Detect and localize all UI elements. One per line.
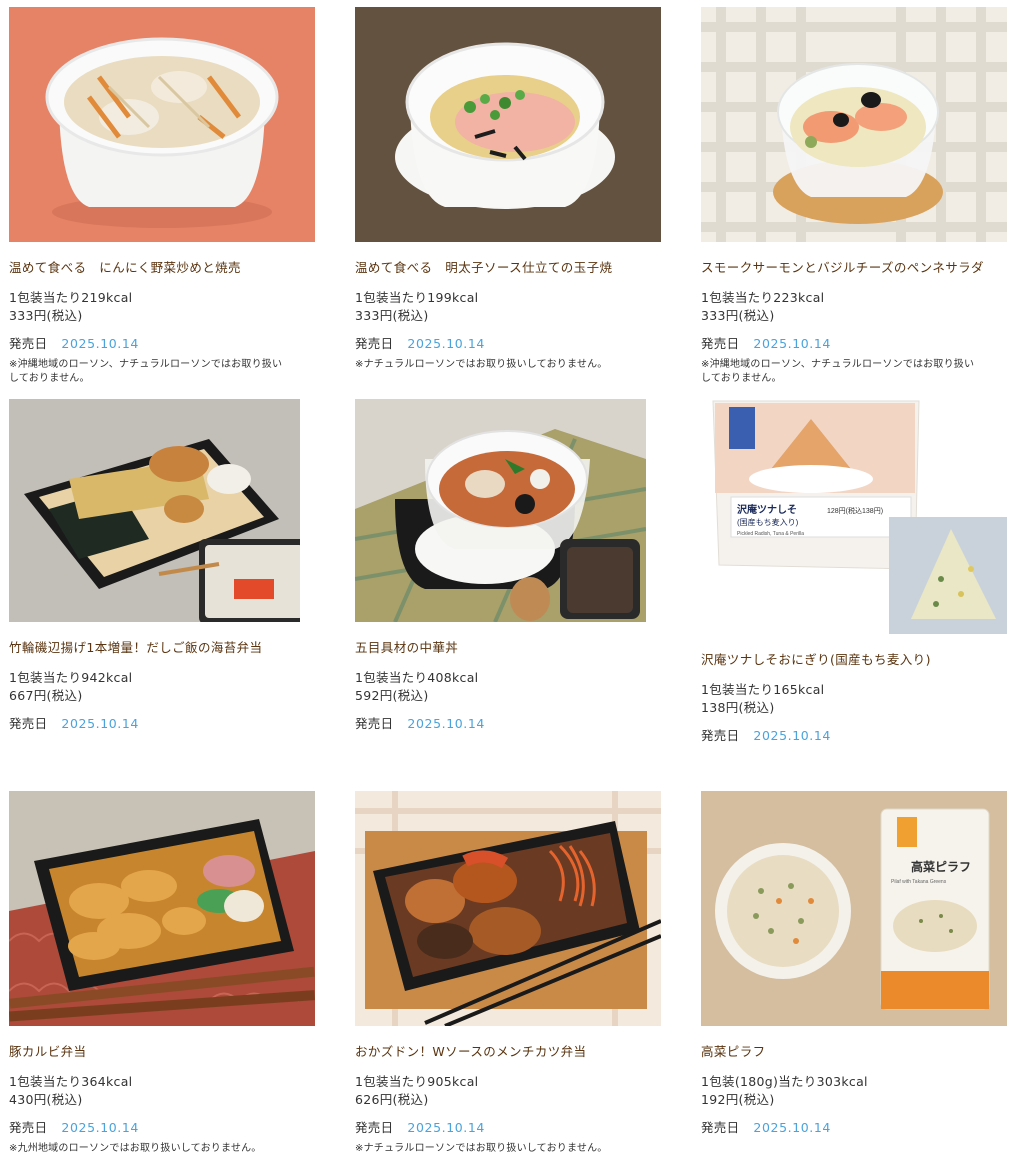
release-date: 2025.10.14 — [407, 336, 485, 351]
release-label: 発売日 — [701, 1120, 740, 1135]
product-card[interactable]: おかズドン！Wソースのメンチカツ弁当 1包装当たり905kcal 626円(税込… — [355, 791, 661, 1156]
release-date: 2025.10.14 — [61, 336, 139, 351]
product-image[interactable] — [9, 399, 300, 622]
product-kcal: 1包装当たり408kcal — [355, 670, 479, 685]
product-title[interactable]: スモークサーモンとバジルチーズのペンネサラダ — [701, 260, 1007, 276]
product-card[interactable]: スモークサーモンとバジルチーズのペンネサラダ 1包装当たり223kcal 333… — [701, 7, 1007, 386]
product-price: 333円(税込) — [355, 308, 429, 323]
product-image[interactable] — [355, 7, 661, 242]
product-image[interactable]: 高菜ピラフ Pilaf with Takana Greens — [701, 791, 1007, 1026]
package-sub: (国産もち麦入り) — [737, 517, 799, 527]
release-label: 発売日 — [9, 336, 48, 351]
product-image[interactable] — [355, 791, 661, 1026]
release-label: 発売日 — [701, 728, 740, 743]
release-label: 発売日 — [9, 716, 48, 731]
release-date: 2025.10.14 — [61, 1120, 139, 1135]
release-info: 発売日 2025.10.14 — [9, 715, 315, 733]
product-price: 138円(税込) — [701, 700, 775, 715]
release-info: 発売日 2025.10.14 — [701, 335, 1007, 353]
release-label: 発売日 — [9, 1120, 48, 1135]
release-date: 2025.10.14 — [407, 1120, 485, 1135]
product-kcal: 1包装(180g)当たり303kcal — [701, 1074, 868, 1089]
release-label: 発売日 — [355, 716, 394, 731]
product-note: ※沖縄地域のローソン、ナチュラルローソンではお取り扱い しておりません。 — [701, 359, 975, 384]
product-title[interactable]: 高菜ピラフ — [701, 1044, 1007, 1060]
product-kcal: 1包装当たり364kcal — [9, 1074, 133, 1089]
product-title[interactable]: 豚カルビ弁当 — [9, 1044, 315, 1060]
release-info: 発売日 2025.10.14 — [701, 727, 1007, 745]
product-card[interactable]: 沢庵ツナしそ (国産もち麦入り) Pickled Radish, Tuna & … — [701, 399, 1007, 745]
product-price: 626円(税込) — [355, 1092, 429, 1107]
product-price: 430円(税込) — [9, 1092, 83, 1107]
package-name: 沢庵ツナしそ — [737, 503, 797, 516]
product-note: ※九州地域のローソンではお取り扱いしておりません。 — [9, 1143, 262, 1154]
release-date: 2025.10.14 — [753, 336, 831, 351]
product-image[interactable] — [9, 791, 315, 1026]
product-kcal: 1包装当たり223kcal — [701, 290, 825, 305]
release-date: 2025.10.14 — [407, 716, 485, 731]
product-title[interactable]: 五目具材の中華丼 — [355, 640, 661, 656]
package-price: 128円(税込138円) — [827, 506, 883, 515]
product-note: ※沖縄地域のローソン、ナチュラルローソンではお取り扱い しておりません。 — [9, 359, 283, 384]
product-card[interactable]: 高菜ピラフ Pilaf with Takana Greens 高菜ピラフ 1包装… — [701, 791, 1007, 1137]
product-title[interactable]: 沢庵ツナしそおにぎり(国産もち麦入り) — [701, 652, 1007, 668]
release-info: 発売日 2025.10.14 — [355, 715, 661, 733]
release-date: 2025.10.14 — [753, 728, 831, 743]
product-image[interactable] — [701, 7, 1007, 242]
product-note: ※ナチュラルローソンではお取り扱いしておりません。 — [355, 1143, 608, 1154]
product-kcal: 1包装当たり165kcal — [701, 682, 825, 697]
package-en: Pilaf with Takana Greens — [891, 879, 947, 885]
release-info: 発売日 2025.10.14 — [355, 1119, 661, 1137]
release-label: 発売日 — [355, 1120, 394, 1135]
product-price: 592円(税込) — [355, 688, 429, 703]
release-label: 発売日 — [355, 336, 394, 351]
product-image[interactable]: 沢庵ツナしそ (国産もち麦入り) Pickled Radish, Tuna & … — [701, 399, 1007, 634]
product-image[interactable] — [9, 7, 315, 242]
product-price: 333円(税込) — [701, 308, 775, 323]
product-card[interactable]: 竹輪磯辺揚げ1本増量！だしご飯の海苔弁当 1包装当たり942kcal 667円(… — [9, 399, 315, 733]
release-info: 発売日 2025.10.14 — [9, 335, 315, 353]
product-image[interactable] — [355, 399, 646, 622]
product-card[interactable]: 温めて食べる 明太子ソース仕立ての玉子焼 1包装当たり199kcal 333円(… — [355, 7, 661, 372]
package-name: 高菜ピラフ — [911, 859, 971, 874]
product-grid: 温めて食べる にんにく野菜炒めと焼売 1包装当たり219kcal 333円(税込… — [0, 0, 1017, 1161]
product-title[interactable]: 竹輪磯辺揚げ1本増量！だしご飯の海苔弁当 — [9, 640, 315, 656]
product-title[interactable]: おかズドン！Wソースのメンチカツ弁当 — [355, 1044, 661, 1060]
release-date: 2025.10.14 — [753, 1120, 831, 1135]
product-kcal: 1包装当たり219kcal — [9, 290, 133, 305]
product-card[interactable]: 豚カルビ弁当 1包装当たり364kcal 430円(税込) 発売日 2025.10… — [9, 791, 315, 1156]
product-kcal: 1包装当たり199kcal — [355, 290, 479, 305]
product-price: 192円(税込) — [701, 1092, 775, 1107]
package-en: Pickled Radish, Tuna & Perilla — [737, 531, 804, 537]
product-title[interactable]: 温めて食べる 明太子ソース仕立ての玉子焼 — [355, 260, 661, 276]
product-kcal: 1包装当たり942kcal — [9, 670, 133, 685]
product-price: 667円(税込) — [9, 688, 83, 703]
product-card[interactable]: 五目具材の中華丼 1包装当たり408kcal 592円(税込) 発売日 2025.… — [355, 399, 661, 733]
product-price: 333円(税込) — [9, 308, 83, 323]
product-title[interactable]: 温めて食べる にんにく野菜炒めと焼売 — [9, 260, 315, 276]
product-note: ※ナチュラルローソンではお取り扱いしておりません。 — [355, 359, 608, 370]
release-info: 発売日 2025.10.14 — [701, 1119, 1007, 1137]
release-date: 2025.10.14 — [61, 716, 139, 731]
product-kcal: 1包装当たり905kcal — [355, 1074, 479, 1089]
product-card[interactable]: 温めて食べる にんにく野菜炒めと焼売 1包装当たり219kcal 333円(税込… — [9, 7, 315, 386]
release-info: 発売日 2025.10.14 — [9, 1119, 315, 1137]
release-label: 発売日 — [701, 336, 740, 351]
release-info: 発売日 2025.10.14 — [355, 335, 661, 353]
